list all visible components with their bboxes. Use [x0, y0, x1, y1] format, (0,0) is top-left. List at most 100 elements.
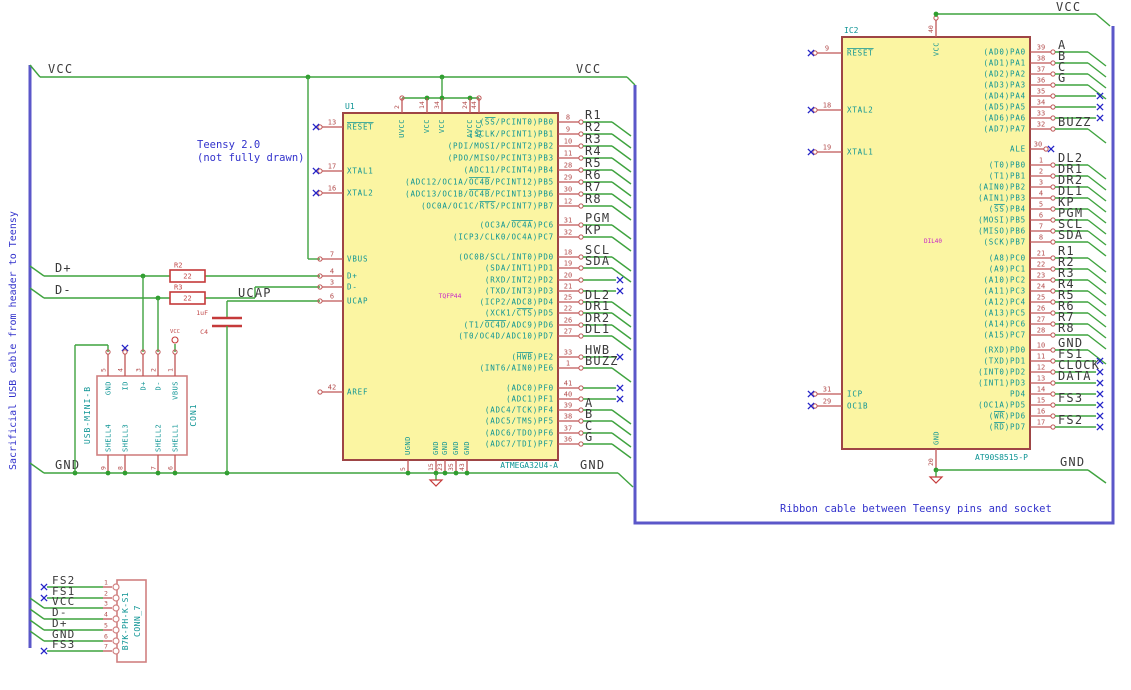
svg-text:(T1)PB1: (T1)PB1: [989, 172, 1026, 181]
svg-text:4: 4: [116, 368, 124, 372]
svg-text:6: 6: [104, 633, 108, 641]
svg-text:34: 34: [433, 101, 441, 109]
svg-text:KP: KP: [585, 223, 602, 237]
svg-text:19: 19: [564, 260, 572, 268]
svg-text:(A11)PC3: (A11)PC3: [983, 287, 1026, 296]
svg-text:RESET: RESET: [847, 49, 874, 58]
svg-text:29: 29: [564, 174, 572, 182]
svg-text:SHELL1: SHELL1: [171, 424, 179, 452]
svg-text:USB-MINI-B: USB-MINI-B: [83, 386, 92, 444]
svg-text:ICP: ICP: [847, 390, 863, 399]
svg-text:8: 8: [116, 466, 124, 470]
svg-text:3: 3: [1039, 179, 1043, 187]
svg-text:B7K-PH-K-S1: B7K-PH-K-S1: [121, 592, 130, 650]
svg-text:(A9)PC1: (A9)PC1: [989, 265, 1026, 274]
svg-text:1: 1: [166, 368, 174, 372]
svg-text:40: 40: [927, 25, 935, 33]
svg-text:DL1: DL1: [585, 322, 610, 336]
svg-text:GND: GND: [933, 431, 941, 445]
teensy-note-line1: Teensy 2.0: [197, 139, 261, 151]
svg-text:4: 4: [104, 611, 108, 619]
svg-text:(AD0)PA0: (AD0)PA0: [983, 48, 1026, 57]
svg-text:(WR)PD6: (WR)PD6: [989, 412, 1026, 421]
svg-text:D+: D+: [55, 261, 72, 275]
svg-text:36: 36: [1037, 77, 1045, 85]
svg-text:22: 22: [564, 305, 572, 313]
svg-text:AREF: AREF: [347, 388, 368, 397]
svg-text:(A13)PC5: (A13)PC5: [983, 309, 1026, 318]
svg-text:(ADC6/TDO)PF6: (ADC6/TDO)PF6: [485, 429, 554, 438]
svg-text:U1: U1: [345, 102, 355, 111]
svg-text:9: 9: [825, 45, 829, 53]
svg-text:R8: R8: [585, 192, 602, 206]
svg-text:VCC: VCC: [933, 42, 941, 56]
svg-text:XTAL2: XTAL2: [847, 106, 874, 115]
svg-text:(AD2)PA2: (AD2)PA2: [983, 70, 1026, 79]
svg-text:(OC3A/OC4A)PC6: (OC3A/OC4A)PC6: [480, 221, 554, 230]
svg-text:VCC: VCC: [170, 329, 180, 335]
svg-text:24: 24: [1037, 283, 1045, 291]
svg-text:22: 22: [183, 295, 191, 303]
svg-text:33: 33: [564, 349, 572, 357]
svg-text:C4: C4: [200, 328, 208, 336]
svg-text:(A10)PC2: (A10)PC2: [983, 276, 1026, 285]
svg-text:14: 14: [1037, 386, 1045, 394]
svg-text:16: 16: [1037, 408, 1045, 416]
capacitor-c4: 1uF C4: [196, 301, 242, 473]
svg-text:GND: GND: [580, 458, 605, 472]
svg-text:D-: D-: [55, 283, 72, 297]
svg-text:VBUS: VBUS: [171, 381, 179, 400]
svg-text:ID: ID: [121, 381, 129, 390]
svg-text:6: 6: [166, 466, 174, 470]
svg-text:(SCLK/PCINT1)PB1: (SCLK/PCINT1)PB1: [469, 130, 554, 139]
svg-text:39: 39: [1037, 44, 1045, 52]
svg-text:31: 31: [823, 386, 831, 394]
svg-text:VCC: VCC: [1056, 0, 1081, 14]
svg-text:30: 30: [564, 186, 572, 194]
svg-text:(SS)PB4: (SS)PB4: [989, 205, 1026, 214]
svg-text:12: 12: [1037, 364, 1045, 372]
svg-text:VCC: VCC: [576, 62, 601, 76]
svg-text:(HWB)PE2: (HWB)PE2: [511, 353, 554, 362]
svg-text:(AD6)PA6: (AD6)PA6: [983, 114, 1026, 123]
svg-text:6: 6: [330, 293, 334, 301]
svg-text:36: 36: [564, 436, 572, 444]
svg-text:40: 40: [564, 391, 572, 399]
svg-text:GND: GND: [55, 458, 80, 472]
svg-text:(PDI/MOSI/PCINT2)PB2: (PDI/MOSI/PCINT2)PB2: [448, 142, 554, 151]
svg-text:(INT0)PD2: (INT0)PD2: [978, 368, 1026, 377]
svg-text:G: G: [1058, 71, 1066, 85]
svg-text:27: 27: [564, 328, 572, 336]
svg-text:34: 34: [1037, 99, 1045, 107]
svg-text:SDA: SDA: [1058, 228, 1083, 242]
svg-text:20: 20: [564, 272, 572, 280]
svg-text:2: 2: [149, 368, 157, 372]
svg-text:(OC1A)PD5: (OC1A)PD5: [978, 401, 1026, 410]
svg-text:22: 22: [1037, 261, 1045, 269]
svg-text:14: 14: [418, 101, 426, 109]
svg-text:6: 6: [1039, 212, 1043, 220]
svg-text:(AD1)PA1: (AD1)PA1: [983, 59, 1026, 68]
svg-text:44: 44: [470, 101, 478, 109]
svg-text:3: 3: [330, 279, 334, 287]
svg-text:(RXD)PD0: (RXD)PD0: [983, 346, 1026, 355]
svg-text:26: 26: [1037, 305, 1045, 313]
svg-text:21: 21: [564, 283, 572, 291]
svg-text:10: 10: [1037, 342, 1045, 350]
svg-text:11: 11: [564, 150, 572, 158]
svg-text:DIL40: DIL40: [924, 238, 942, 245]
svg-text:23: 23: [436, 463, 444, 471]
svg-text:GND: GND: [1060, 455, 1085, 469]
svg-text:SHELL4: SHELL4: [104, 424, 112, 452]
svg-text:D-: D-: [154, 381, 162, 390]
svg-text:32: 32: [564, 229, 572, 237]
svg-text:CONN_7: CONN_7: [133, 605, 142, 637]
svg-text:1: 1: [566, 360, 570, 368]
svg-text:(PDO/MISO/PCINT3)PB3: (PDO/MISO/PCINT3)PB3: [448, 154, 554, 163]
svg-text:(RD)PD7: (RD)PD7: [989, 423, 1026, 432]
svg-text:5: 5: [104, 622, 108, 630]
svg-text:FS3: FS3: [1058, 391, 1083, 405]
svg-text:12: 12: [564, 198, 572, 206]
svg-text:3: 3: [104, 600, 108, 608]
svg-text:2: 2: [1039, 168, 1043, 176]
